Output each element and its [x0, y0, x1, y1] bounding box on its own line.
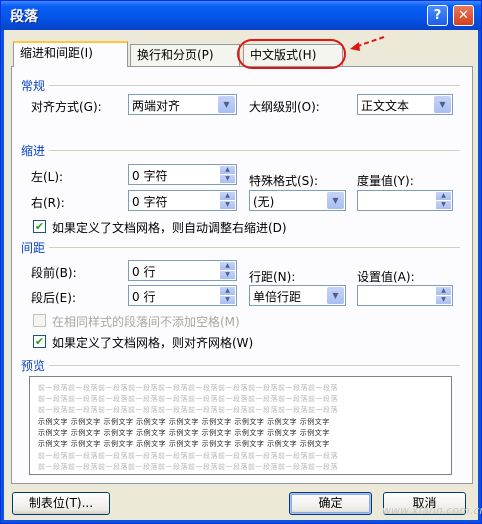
section-preview-heading: 预览 [21, 359, 46, 373]
paragraph-dialog: 段落 ? ✕ 缩进和间距(I) 换行和分页(P) 中文版式(H) 常规 对齐方式… [0, 0, 482, 524]
spin-down-icon[interactable]: ▼ [220, 271, 235, 279]
auto-adjust-right-indent-label[interactable]: 如果定义了文档网格，则自动调整右缩进(D) [52, 219, 287, 236]
preview-previous-line: 前一段落前一段落前一段落前一段落前一段落前一段落前一段落前一段落前一段落前一段落 [38, 406, 338, 414]
preview-following-line: 前一段落前一段落前一段落前一段落前一段落前一段落前一段落前一段落前一段落前一段落 [38, 452, 338, 460]
space-before-label: 段前(B): [31, 266, 77, 280]
title-bar[interactable]: 段落 ? ✕ [1, 1, 481, 30]
right-indent-label: 右(R): [31, 196, 65, 210]
line-spacing-label: 行距(N): [249, 270, 296, 284]
preview-previous-line: 前一段落前一段落前一段落前一段落前一段落前一段落前一段落前一段落前一段落前一段落 [38, 384, 338, 392]
spin-up-icon[interactable]: ▲ [220, 262, 235, 270]
left-indent-label: 左(L): [31, 170, 64, 184]
line-spacing-value: 单倍行距 [253, 290, 302, 304]
space-after-value: 0 行 [132, 290, 156, 304]
tabs-button[interactable]: 制表位(T)... [12, 492, 110, 515]
preview-sample-line: 示例文字 示例文字 示例文字 示例文字 示例文字 示例文字 示例文字 示例文字 … [38, 418, 330, 426]
tab-line-page-breaks[interactable]: 换行和分页(P) [130, 44, 240, 66]
tab-indent-spacing[interactable]: 缩进和间距(I) [13, 41, 128, 67]
section-spacing-heading: 间距 [21, 241, 46, 255]
preview-following-line: 前一段落前一段落前一段落前一段落前一段落前一段落前一段落前一段落前一段落前一段落 [38, 463, 338, 471]
chevron-down-icon[interactable]: ▼ [434, 96, 451, 113]
spin-up-icon[interactable]: ▲ [220, 287, 235, 295]
ok-button[interactable]: 确定 [289, 492, 372, 515]
spin-up-icon[interactable]: ▲ [436, 287, 451, 295]
line-spacing-dropdown[interactable]: 单倍行距 ▼ [249, 285, 346, 306]
no-space-same-style-checkbox[interactable] [33, 314, 46, 327]
divider [49, 365, 460, 366]
spin-down-icon[interactable]: ▼ [220, 175, 235, 183]
preview-sample-line: 示例文字 示例文字 示例文字 示例文字 示例文字 示例文字 示例文字 示例文字 … [38, 440, 330, 448]
setting-value-spinner[interactable]: ▲ ▼ [357, 285, 453, 306]
divider [49, 85, 460, 86]
chevron-down-icon[interactable]: ▼ [327, 192, 344, 209]
no-space-same-style-label: 在相同样式的段落间不添加空格(M) [52, 315, 240, 329]
measure-spinner[interactable]: ▲ ▼ [357, 190, 453, 211]
space-before-value: 0 行 [132, 265, 156, 279]
chevron-down-icon[interactable]: ▼ [218, 96, 235, 113]
snap-to-grid-checkbox[interactable]: ✔ [33, 335, 46, 348]
spin-down-icon[interactable]: ▼ [220, 296, 235, 304]
section-indent-heading: 缩进 [21, 144, 46, 158]
divider [49, 247, 460, 248]
special-format-label: 特殊格式(S): [249, 174, 319, 188]
spin-up-icon[interactable]: ▲ [220, 192, 235, 200]
dialog-body: 缩进和间距(I) 换行和分页(P) 中文版式(H) 常规 对齐方式(G): 两端… [4, 30, 482, 520]
section-general-heading: 常规 [21, 79, 46, 93]
chevron-down-icon[interactable]: ▼ [327, 287, 344, 304]
measure-label: 度量值(Y): [357, 174, 414, 188]
alignment-dropdown[interactable]: 两端对齐 ▼ [128, 94, 237, 115]
spin-up-icon[interactable]: ▲ [436, 192, 451, 200]
alignment-label: 对齐方式(G): [31, 100, 102, 114]
watermark: www.xfann.com.cn [382, 504, 482, 517]
outline-level-value: 正文文本 [361, 99, 410, 113]
close-button[interactable]: ✕ [453, 5, 474, 26]
auto-adjust-right-indent-checkbox[interactable]: ✔ [33, 220, 46, 233]
setting-value-label: 设置值(A): [357, 270, 415, 284]
spin-down-icon[interactable]: ▼ [436, 201, 451, 209]
outline-level-label: 大纲级别(O): [249, 100, 320, 114]
space-after-spinner[interactable]: 0 行 ▲ ▼ [128, 285, 237, 306]
help-button[interactable]: ? [427, 5, 448, 26]
spin-up-icon[interactable]: ▲ [220, 166, 235, 174]
preview-previous-line: 前一段落前一段落前一段落前一段落前一段落前一段落前一段落前一段落前一段落前一段落 [38, 395, 338, 403]
special-format-value: (无) [253, 195, 275, 209]
right-indent-spinner[interactable]: 0 字符 ▲ ▼ [128, 190, 237, 211]
space-after-label: 段后(E): [31, 291, 76, 305]
divider [49, 150, 460, 151]
special-format-dropdown[interactable]: (无) ▼ [249, 190, 346, 211]
alignment-value: 两端对齐 [132, 99, 181, 113]
preview-sample-line: 示例文字 示例文字 示例文字 示例文字 示例文字 示例文字 示例文字 示例文字 … [38, 429, 330, 437]
space-before-spinner[interactable]: 0 行 ▲ ▼ [128, 260, 237, 281]
annotation-arrow-icon [350, 36, 385, 51]
snap-to-grid-label[interactable]: 如果定义了文档网格，则对齐网格(W) [52, 334, 253, 351]
left-indent-spinner[interactable]: 0 字符 ▲ ▼ [128, 164, 237, 185]
left-indent-value: 0 字符 [132, 169, 168, 183]
outline-level-dropdown[interactable]: 正文文本 ▼ [357, 94, 453, 115]
preview-box: 前一段落前一段落前一段落前一段落前一段落前一段落前一段落前一段落前一段落前一段落… [29, 376, 452, 475]
annotation-circle [237, 39, 346, 69]
spin-down-icon[interactable]: ▼ [220, 201, 235, 209]
spin-down-icon[interactable]: ▼ [436, 296, 451, 304]
right-indent-value: 0 字符 [132, 195, 168, 209]
window-title: 段落 [10, 9, 38, 25]
